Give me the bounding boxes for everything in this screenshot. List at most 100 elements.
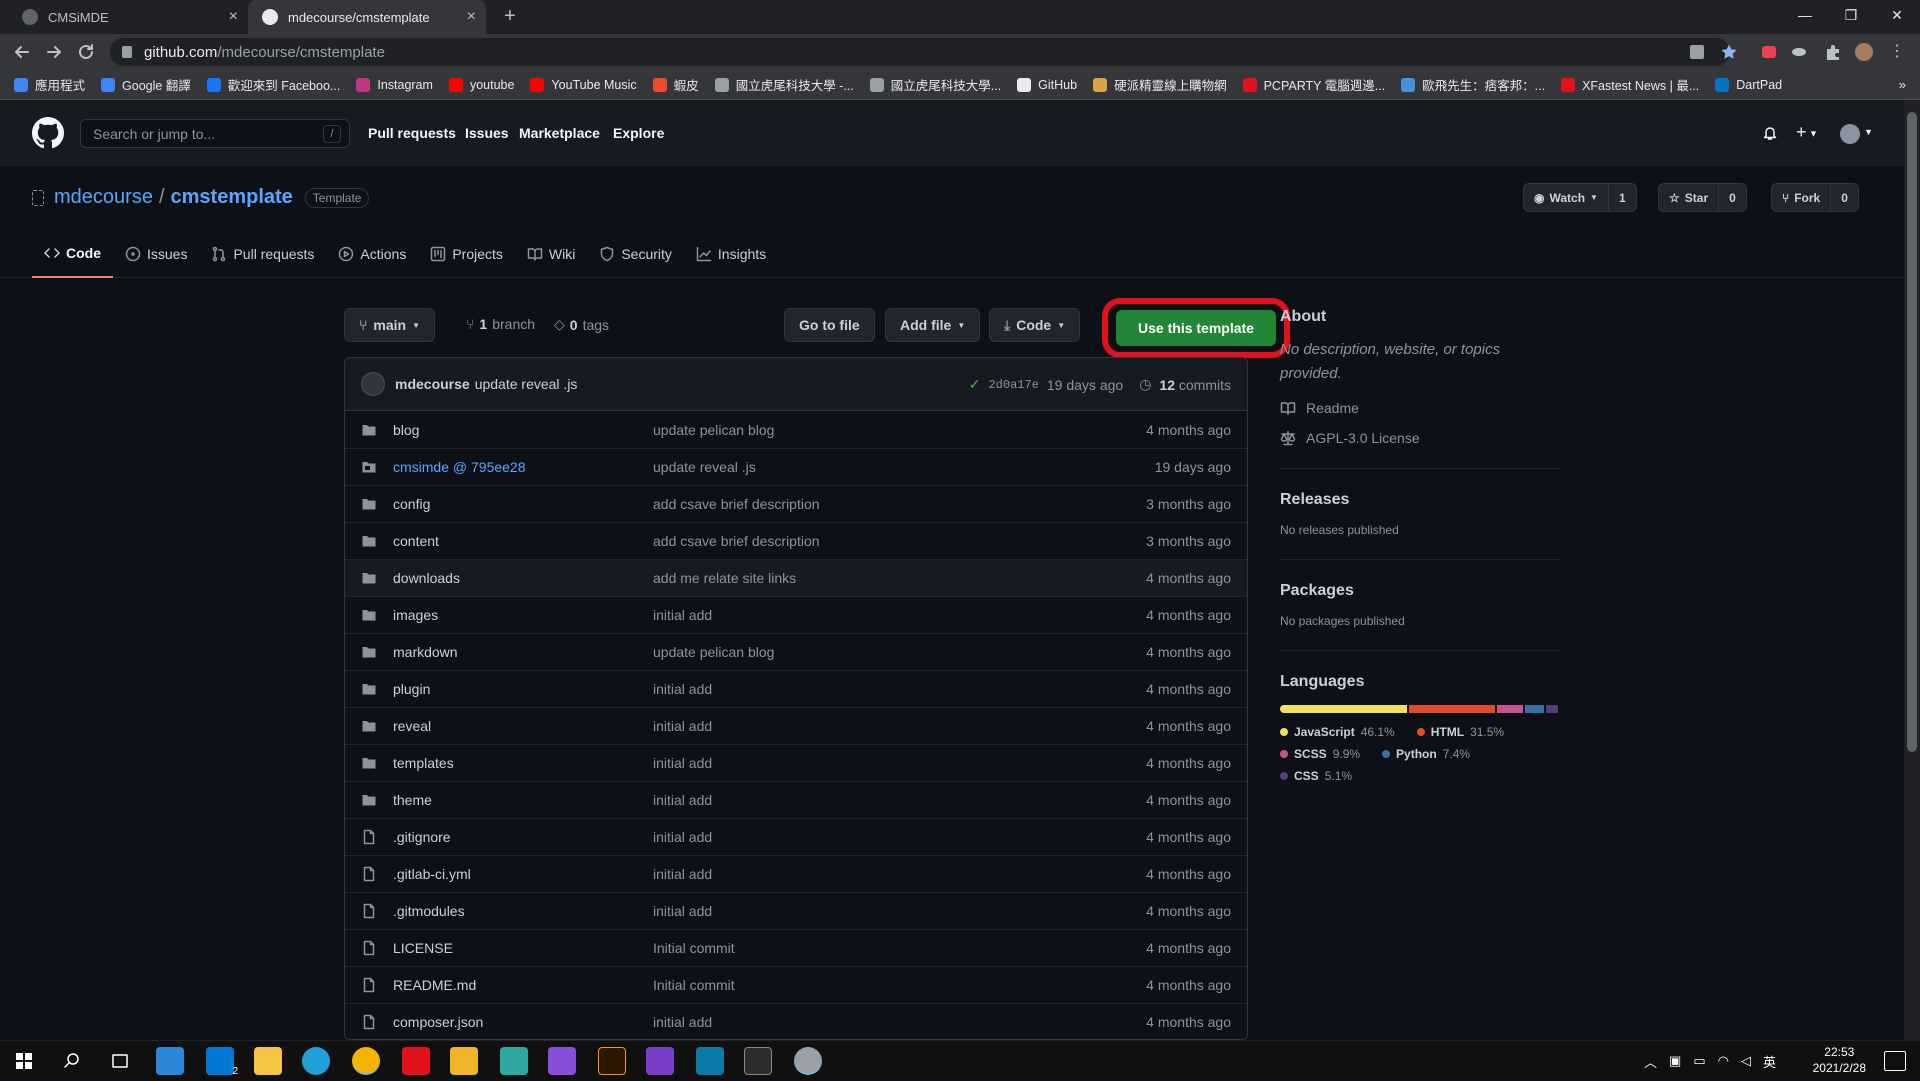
file-commit-message[interactable]: initial add xyxy=(653,755,712,771)
windows-start-icon[interactable] xyxy=(10,1047,38,1075)
bookmark-star-icon[interactable] xyxy=(1720,43,1738,61)
file-name-link[interactable]: cmsimde @ 795ee28 xyxy=(393,459,653,475)
browser-menu-icon[interactable]: ⋮ xyxy=(1888,43,1906,61)
tab-issues[interactable]: Issues xyxy=(113,230,199,278)
file-commit-message[interactable]: initial add xyxy=(653,903,712,919)
license-link[interactable]: AGPL-3.0 License xyxy=(1280,430,1560,446)
packages-heading[interactable]: Packages xyxy=(1280,582,1560,600)
file-commit-message[interactable]: Initial commit xyxy=(653,940,735,956)
file-row[interactable]: plugin initial add 4 months ago xyxy=(345,670,1247,707)
repo-name-link[interactable]: cmstemplate xyxy=(171,186,293,209)
chevron-down-icon[interactable]: ▼ xyxy=(1864,127,1873,137)
more-bookmarks-icon[interactable]: » xyxy=(1899,77,1906,92)
search-input[interactable]: Search or jump to... / xyxy=(80,119,350,148)
text-editor-icon[interactable] xyxy=(450,1047,478,1075)
create-new-plus-icon[interactable]: + ▼ xyxy=(1796,122,1826,142)
bookmark-item[interactable]: 國立虎尾科技大學... xyxy=(869,75,1001,94)
file-commit-message[interactable]: add me relate site links xyxy=(653,570,796,586)
file-row[interactable]: content add csave brief description 3 mont… xyxy=(345,522,1247,559)
file-name-link[interactable]: .gitlab-ci.yml xyxy=(393,866,653,882)
visual-studio-icon[interactable] xyxy=(646,1047,674,1075)
bookmark-item[interactable]: PCPARTY 電腦週邊... xyxy=(1242,75,1385,94)
close-tab-icon[interactable]: × xyxy=(467,8,476,26)
releases-heading[interactable]: Releases xyxy=(1280,491,1560,509)
repo-owner-link[interactable]: mdecourse xyxy=(54,186,153,209)
language-item[interactable]: CSS 5.1% xyxy=(1280,769,1352,783)
file-row[interactable]: LICENSE Initial commit 4 months ago xyxy=(345,929,1247,966)
user-avatar[interactable] xyxy=(1840,124,1860,144)
file-row[interactable]: downloads add me relate site links 4 month… xyxy=(345,559,1247,596)
file-row[interactable]: .gitlab-ci.yml initial add 4 months ago xyxy=(345,855,1247,892)
file-row[interactable]: config add csave brief description 3 month… xyxy=(345,485,1247,522)
edge-browser-icon[interactable] xyxy=(302,1047,330,1075)
file-row[interactable]: templates initial add 4 months ago xyxy=(345,744,1247,781)
pocket-extension-icon[interactable] xyxy=(1760,43,1778,61)
fork-count[interactable]: 0 xyxy=(1830,184,1858,211)
file-commit-message[interactable]: update pelican blog xyxy=(653,644,774,660)
file-commit-message[interactable]: initial add xyxy=(653,681,712,697)
ide-app-icon[interactable] xyxy=(696,1047,724,1075)
tab-pull-requests[interactable]: Pull requests xyxy=(199,230,326,278)
language-item[interactable]: HTML 31.5% xyxy=(1416,725,1504,739)
file-row[interactable]: .gitignore initial add 4 months ago xyxy=(345,818,1247,855)
nav-explore[interactable]: Explore xyxy=(613,125,664,141)
notifications-icon[interactable] xyxy=(1884,1051,1906,1071)
file-name-link[interactable]: plugin xyxy=(393,681,653,697)
bookmark-item[interactable]: Google 翻譯 xyxy=(101,75,191,94)
tab-wiki[interactable]: Wiki xyxy=(515,230,587,278)
file-row[interactable]: composer.json initial add 4 months ago xyxy=(345,1003,1247,1039)
file-row[interactable]: README.md Initial commit 4 months ago xyxy=(345,966,1247,1003)
scrollbar-thumb[interactable] xyxy=(1907,112,1917,752)
search-icon[interactable] xyxy=(58,1047,86,1075)
branches-link[interactable]: ⑂ 1 branch xyxy=(466,316,535,332)
wifi-icon[interactable]: ◠ xyxy=(1718,1053,1729,1069)
file-commit-message[interactable]: update reveal .js xyxy=(653,459,756,475)
terminal-icon[interactable] xyxy=(744,1047,772,1075)
mail-icon[interactable]: 2 xyxy=(206,1047,238,1077)
reload-icon[interactable] xyxy=(76,42,96,62)
file-commit-message[interactable]: update pelican blog xyxy=(653,422,774,438)
bookmark-item[interactable]: 硬派精靈線上購物網 xyxy=(1093,75,1227,94)
tray-device-icon[interactable]: ▣ xyxy=(1669,1053,1681,1069)
browser-tab-cmsimde[interactable]: CMSiMDE × xyxy=(8,0,248,34)
tags-link[interactable]: ◇ 0 tags xyxy=(554,316,609,333)
file-row[interactable]: images initial add 4 months ago xyxy=(345,596,1247,633)
nav-marketplace[interactable]: Marketplace xyxy=(519,125,600,141)
language-item[interactable]: Python 7.4% xyxy=(1382,747,1470,761)
app-3-icon[interactable] xyxy=(500,1047,528,1075)
use-this-template-button[interactable]: Use this template xyxy=(1116,310,1276,346)
file-row[interactable]: .gitmodules initial add 4 months ago xyxy=(345,892,1247,929)
extension-icon[interactable] xyxy=(1790,43,1808,61)
tab-code[interactable]: Code xyxy=(32,230,113,278)
bookmark-item[interactable]: 國立虎尾科技大學 -... xyxy=(714,75,854,94)
file-row[interactable]: cmsimde @ 795ee28 update reveal .js 19 day… xyxy=(345,448,1247,485)
watch-count[interactable]: 1 xyxy=(1607,184,1636,211)
bookmark-item[interactable]: 蝦皮 xyxy=(652,75,699,94)
author-avatar[interactable] xyxy=(361,372,385,396)
profile-avatar[interactable] xyxy=(1855,43,1873,61)
tab-actions[interactable]: Actions xyxy=(326,230,418,278)
tray-chevron-up-icon[interactable]: ︿ xyxy=(1644,1052,1657,1071)
file-name-link[interactable]: .gitmodules xyxy=(393,903,653,919)
add-file-button[interactable]: Add file ▼ xyxy=(885,308,981,342)
file-name-link[interactable]: theme xyxy=(393,792,653,808)
nav-issues[interactable]: Issues xyxy=(465,125,509,141)
store-icon[interactable] xyxy=(156,1047,184,1075)
extensions-puzzle-icon[interactable] xyxy=(1824,43,1842,61)
minimize-window-button[interactable]: — xyxy=(1782,0,1828,30)
tab-projects[interactable]: Projects xyxy=(418,230,515,278)
design-app-icon[interactable] xyxy=(548,1047,576,1075)
readme-link[interactable]: Readme xyxy=(1280,400,1560,416)
file-commit-message[interactable]: Initial commit xyxy=(653,977,735,993)
language-item[interactable]: JavaScript 46.1% xyxy=(1280,725,1395,739)
github-logo-icon[interactable] xyxy=(32,117,64,149)
bell-icon[interactable] xyxy=(1762,125,1778,141)
back-arrow-icon[interactable] xyxy=(12,42,32,62)
close-tab-icon[interactable]: × xyxy=(229,8,238,26)
star-count[interactable]: 0 xyxy=(1718,184,1746,211)
file-name-link[interactable]: LICENSE xyxy=(393,940,653,956)
branch-select-button[interactable]: ⑂ main ▼ xyxy=(344,308,436,342)
star-button[interactable]: ☆ Star 0 xyxy=(1658,183,1747,212)
language-item[interactable]: SCSS 9.9% xyxy=(1280,747,1360,761)
file-name-link[interactable]: .gitignore xyxy=(393,829,653,845)
